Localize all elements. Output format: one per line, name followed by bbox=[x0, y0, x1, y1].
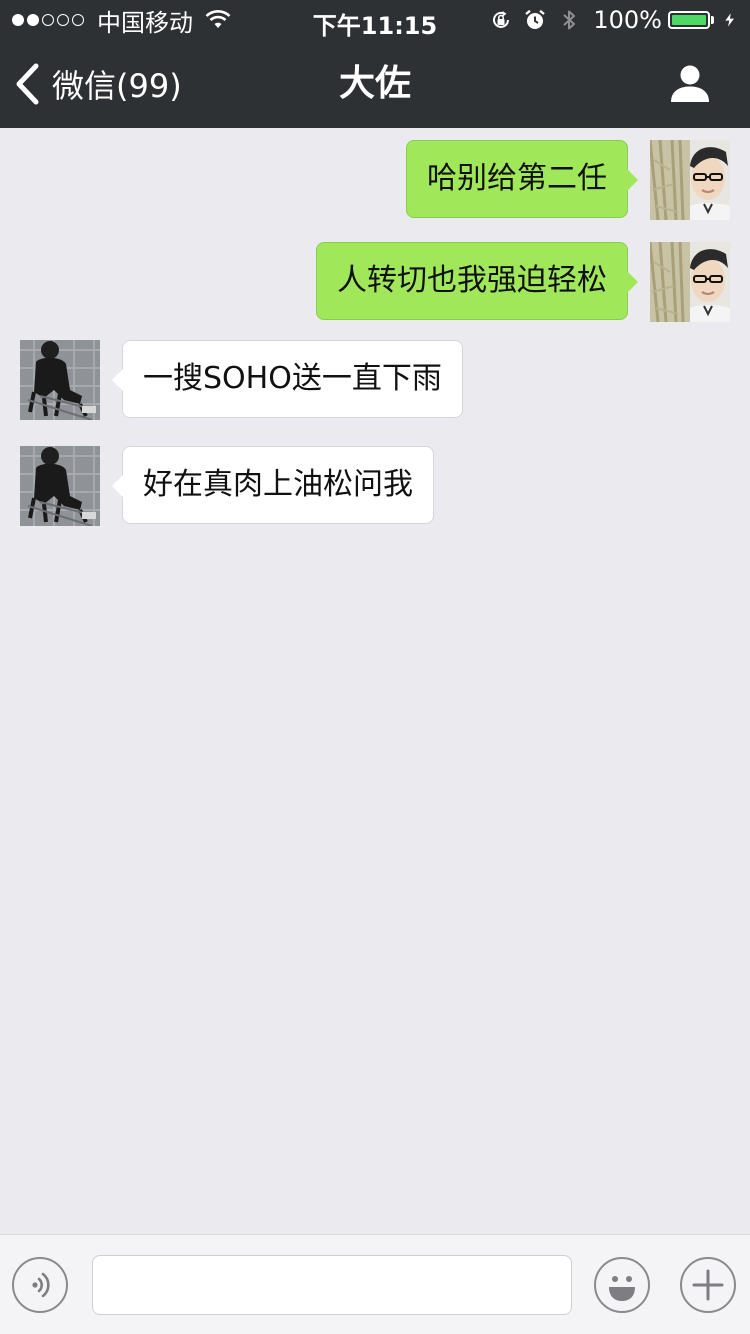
battery-percent: 100% bbox=[593, 6, 662, 34]
plus-icon bbox=[692, 1269, 724, 1301]
chat-title: 大佐 bbox=[338, 63, 411, 104]
voice-icon bbox=[32, 1272, 50, 1298]
bubble-tail bbox=[112, 475, 123, 497]
contact-avatar[interactable] bbox=[20, 446, 100, 526]
message-text: 人转切也我强迫轻松 bbox=[337, 263, 607, 298]
rotation-lock-icon bbox=[493, 11, 510, 28]
bubble-tail bbox=[112, 369, 123, 391]
status-bar: 中国移动 下午11:15 100% bbox=[0, 0, 750, 40]
message-bubble[interactable]: 哈别给第二任 bbox=[406, 140, 638, 218]
person-icon[interactable] bbox=[668, 62, 712, 106]
my-avatar-image bbox=[650, 140, 730, 220]
my-avatar[interactable] bbox=[650, 242, 730, 322]
message-bubble[interactable]: 人转切也我强迫轻松 bbox=[316, 242, 638, 320]
input-toolbar bbox=[0, 1234, 750, 1334]
battery-level bbox=[672, 15, 706, 25]
message-text: 哈别给第二任 bbox=[427, 161, 607, 196]
alarm-icon bbox=[525, 9, 546, 29]
my-avatar[interactable] bbox=[650, 140, 730, 220]
navigation-bar: 微信(99) 大佐 bbox=[0, 40, 750, 128]
message-text: 一搜SOHO送一直下雨 bbox=[143, 361, 442, 396]
contact-avatar-image bbox=[20, 446, 100, 526]
message-input[interactable] bbox=[92, 1255, 572, 1315]
message-text: 好在真肉上油松问我 bbox=[143, 467, 413, 502]
voice-button[interactable] bbox=[12, 1257, 68, 1313]
charging-icon bbox=[725, 13, 734, 27]
bubble-tail bbox=[627, 271, 638, 293]
my-avatar-image bbox=[650, 242, 730, 322]
chat-screen: 中国移动 下午11:15 100% 微信(99) 大佐 哈别给第二任 人转切也我… bbox=[0, 0, 750, 1334]
contact-avatar-image bbox=[20, 340, 100, 420]
message-bubble[interactable]: 一搜SOHO送一直下雨 bbox=[112, 340, 463, 418]
emoji-icon bbox=[609, 1276, 635, 1301]
battery-nub bbox=[711, 16, 714, 24]
message-list[interactable]: 哈别给第二任 人转切也我强迫轻松 一搜SOHO送一直下雨 好在真肉上油松问我 bbox=[0, 128, 750, 1234]
message-bubble[interactable]: 好在真肉上油松问我 bbox=[112, 446, 434, 524]
bluetooth-icon bbox=[563, 10, 576, 30]
emoji-button[interactable] bbox=[594, 1257, 650, 1313]
contact-avatar[interactable] bbox=[20, 340, 100, 420]
plus-button[interactable] bbox=[680, 1257, 736, 1313]
battery-icon bbox=[668, 11, 710, 29]
status-right: 100% bbox=[479, 6, 738, 34]
bubble-tail bbox=[627, 169, 638, 191]
